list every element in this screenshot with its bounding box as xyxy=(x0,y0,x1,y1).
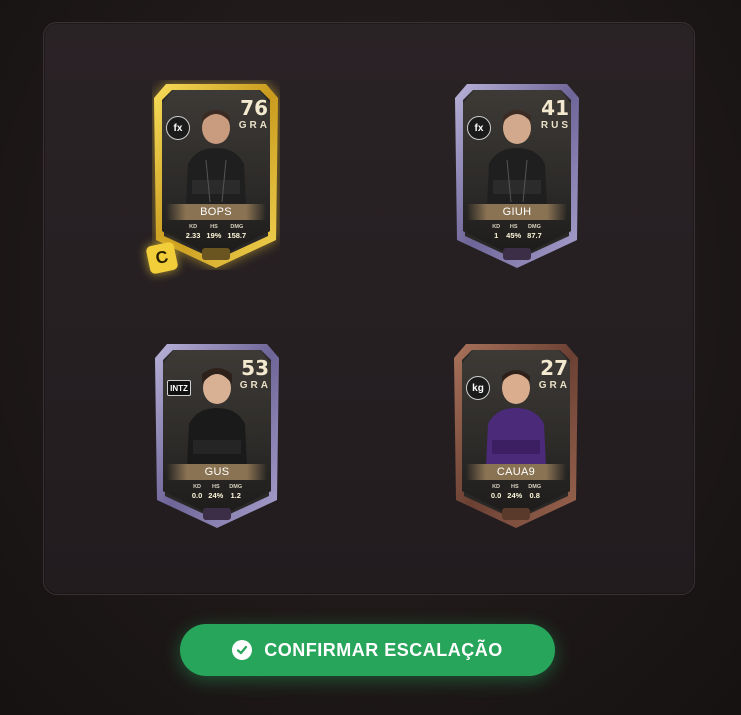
stat-label: HS xyxy=(509,224,518,230)
card-position: GRA xyxy=(238,120,270,131)
lineup-panel xyxy=(43,22,695,595)
card-rating: 41 xyxy=(541,96,569,120)
stat-label: KD xyxy=(193,484,202,490)
stat-label: KD xyxy=(492,484,501,490)
card-position: GRA xyxy=(239,380,271,391)
league-badge-icon xyxy=(503,248,531,260)
stat-label: KD xyxy=(189,224,198,230)
stat-value: 24% xyxy=(507,491,523,500)
stat-label: KD xyxy=(492,224,501,230)
stat-value: 87.7 xyxy=(527,231,542,240)
team-logo-icon: INTZ xyxy=(167,380,191,396)
stat-label: HS xyxy=(211,484,220,490)
player-card-gus[interactable]: INTZ 53 GRA GUS KD 0.0 HS 24% DMG 1.2 xyxy=(153,340,281,530)
card-rating: 53 xyxy=(241,356,269,380)
stat-value: 0.8 xyxy=(529,491,540,500)
stat-value: 1.2 xyxy=(230,491,241,500)
stat-label: HS xyxy=(510,484,519,490)
card-position: GRA xyxy=(538,380,570,391)
player-name: GIUH xyxy=(467,204,567,220)
player-name: BOPS xyxy=(166,204,266,220)
stat-label: DMG xyxy=(230,224,244,230)
confirm-lineup-button[interactable]: CONFIRMAR ESCALAÇÃO xyxy=(180,624,555,676)
confirm-lineup-label: CONFIRMAR ESCALAÇÃO xyxy=(264,639,503,660)
card-rating: 76 xyxy=(240,96,268,120)
captain-badge[interactable]: C xyxy=(145,241,179,275)
stat-label: DMG xyxy=(229,484,243,490)
player-name: GUS xyxy=(167,464,267,480)
card-rating: 27 xyxy=(540,356,568,380)
player-name: CAUA9 xyxy=(466,464,566,480)
card-stats: KD 1 HS 45% DMG 87.7 xyxy=(453,224,581,240)
player-card-bops[interactable]: fx 76 GRA BOPS KD 2.33 HS 19% DMG 158.7 xyxy=(152,80,280,270)
stat-label: DMG xyxy=(528,224,541,230)
stat-value: 1 xyxy=(494,231,499,240)
stat-value: 0.0 xyxy=(490,491,502,500)
stat-label: HS xyxy=(210,224,218,230)
team-logo-icon: kg xyxy=(466,376,490,400)
league-badge-icon xyxy=(202,248,230,260)
card-stats: KD 2.33 HS 19% DMG 158.7 xyxy=(152,224,280,240)
league-badge-icon xyxy=(203,508,231,520)
check-circle-icon xyxy=(232,640,253,660)
stat-value: 158.7 xyxy=(227,231,247,240)
player-card-caua9[interactable]: kg 27 GRA CAUA9 KD 0.0 HS 24% DMG 0.8 xyxy=(452,340,580,530)
league-badge-icon xyxy=(502,508,530,520)
player-card-giuh[interactable]: fx 41 RUS GIUH KD 1 HS 45% DMG 87.7 xyxy=(453,80,581,270)
stat-value: 0.0 xyxy=(191,491,203,500)
team-logo-icon: fx xyxy=(467,116,491,140)
card-stats: KD 0.0 HS 24% DMG 0.8 xyxy=(452,484,580,500)
stat-label: DMG xyxy=(528,484,542,490)
card-position: RUS xyxy=(540,120,571,131)
stat-value: 24% xyxy=(208,491,224,500)
stat-value: 45% xyxy=(506,231,522,240)
stat-value: 19% xyxy=(206,231,222,240)
stat-value: 2.33 xyxy=(185,231,201,240)
card-stats: KD 0.0 HS 24% DMG 1.2 xyxy=(153,484,281,500)
team-logo-icon: fx xyxy=(166,116,190,140)
